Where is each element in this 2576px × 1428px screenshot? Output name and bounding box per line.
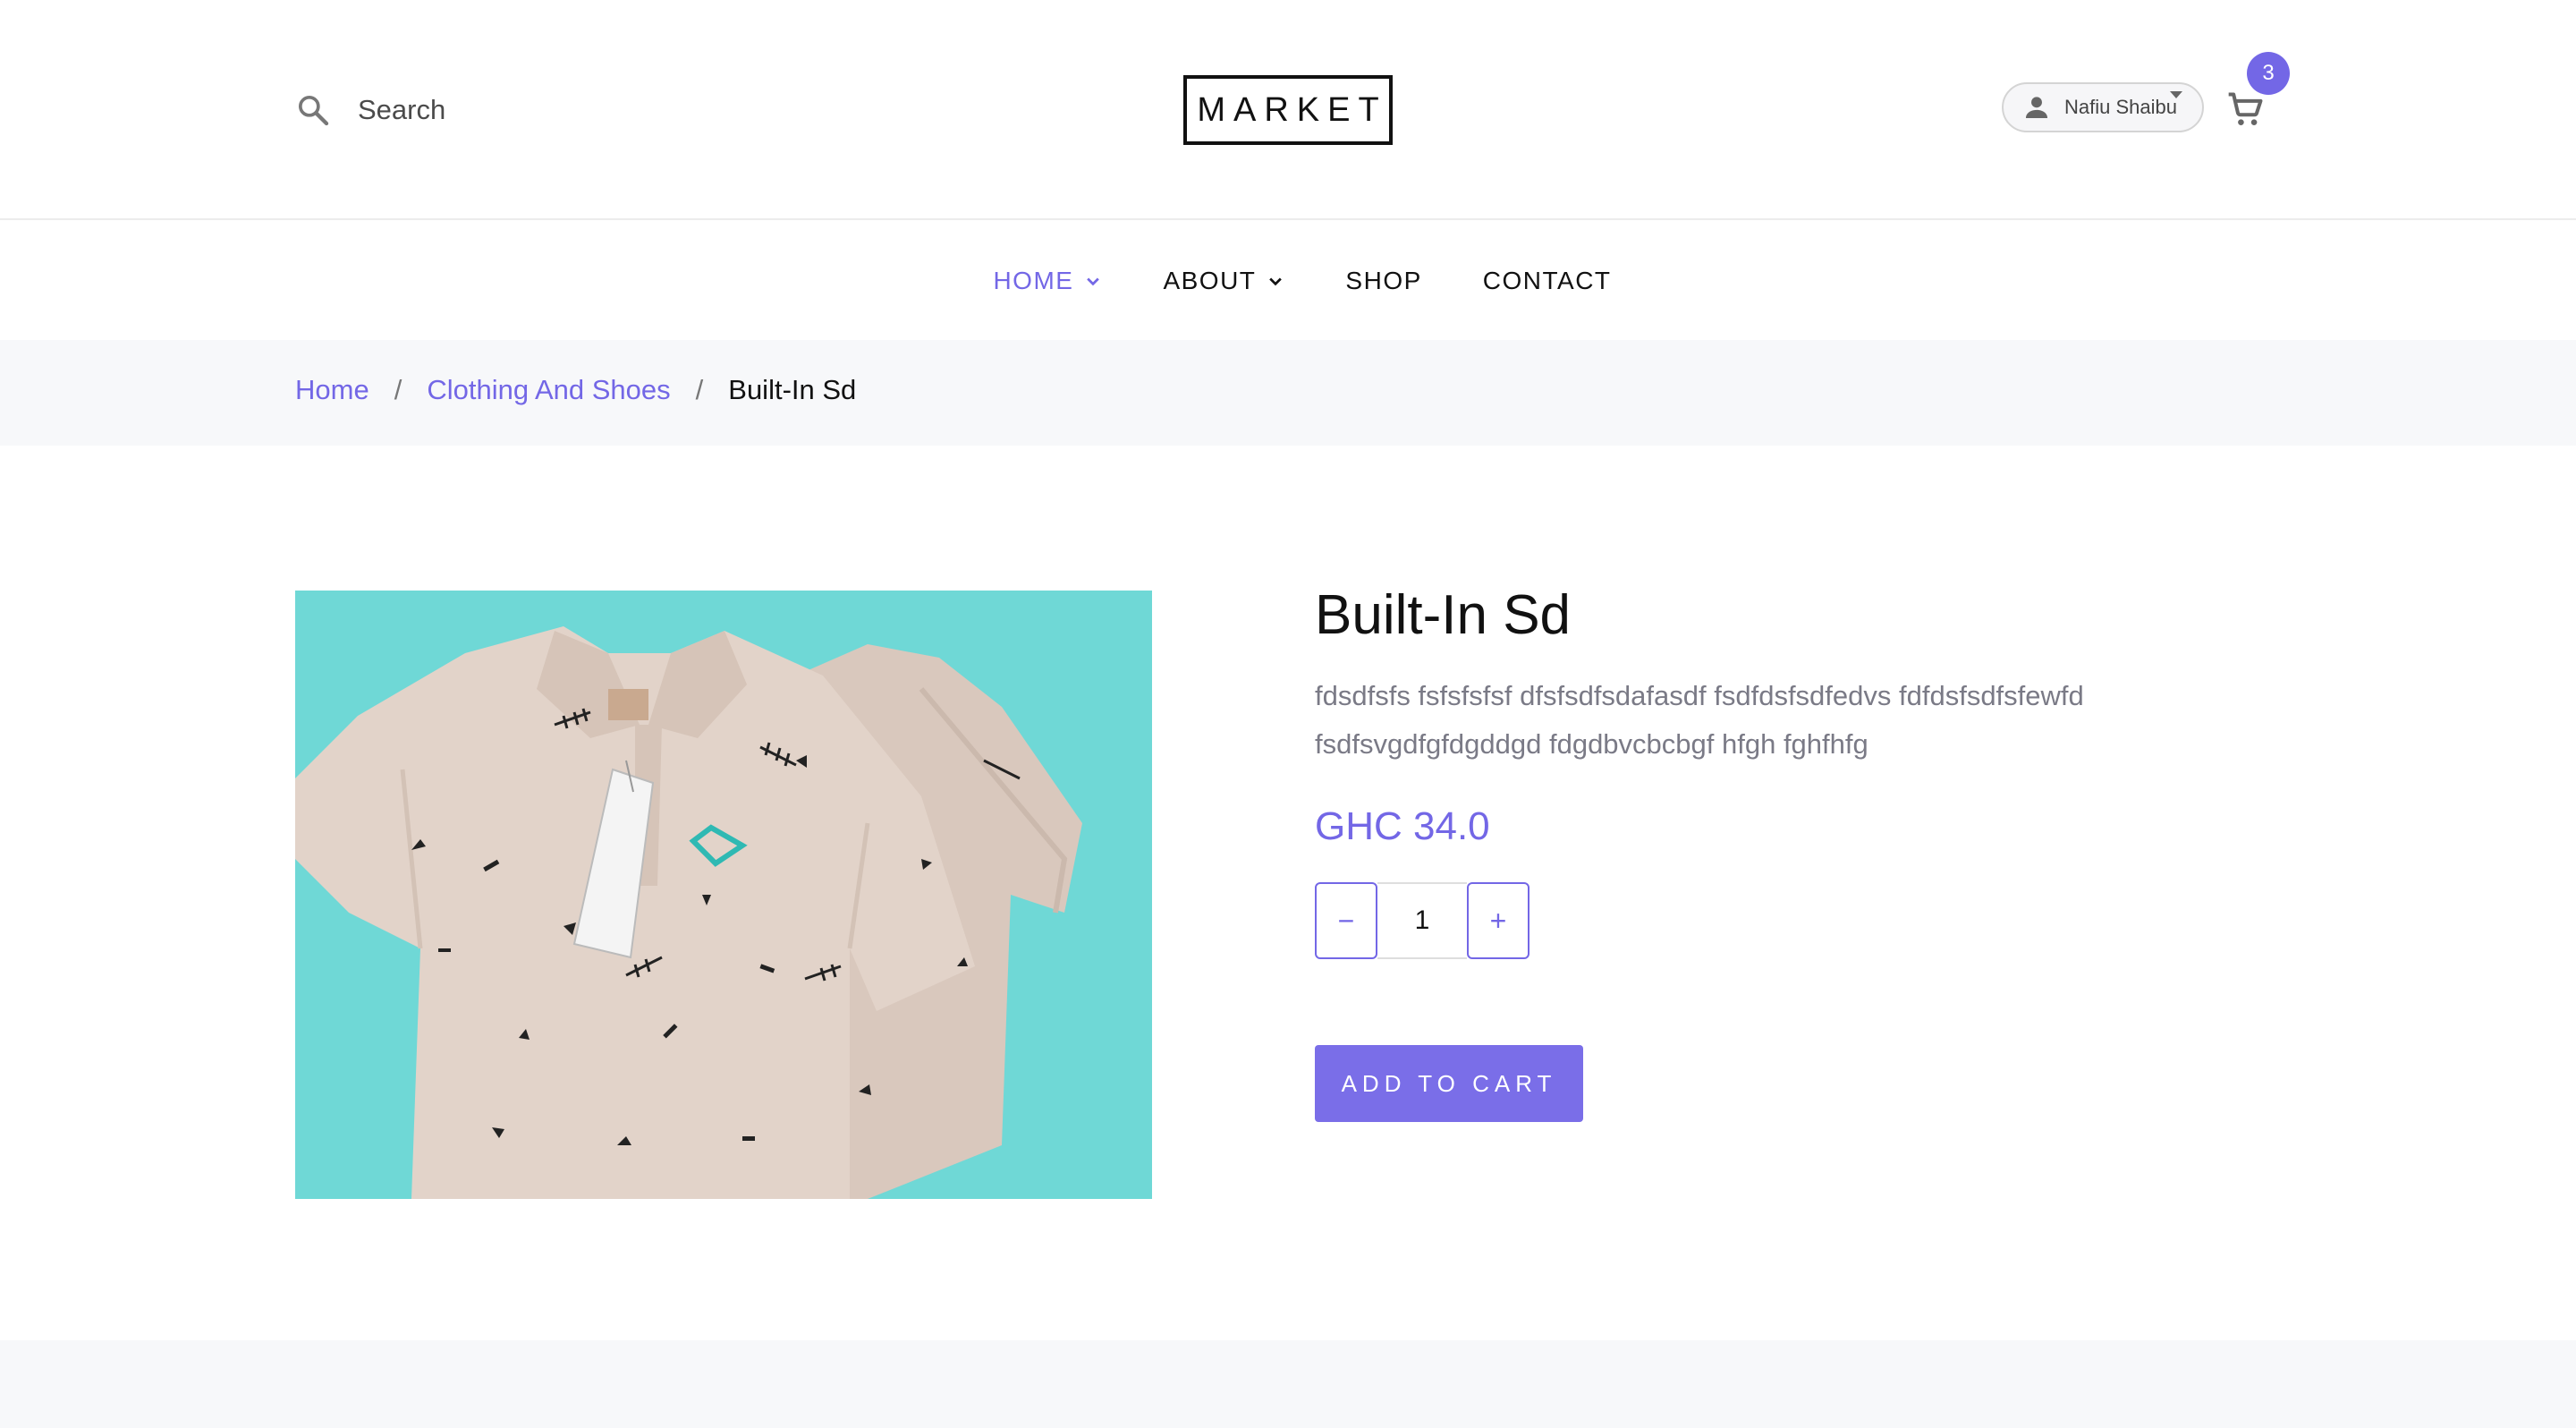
site-header: MARKET Nafiu Shaibu 3 [0, 0, 2576, 220]
user-icon [2021, 92, 2052, 123]
decrement-button[interactable]: − [1315, 882, 1377, 959]
breadcrumb-separator: / [695, 374, 704, 405]
nav-item-label: ABOUT [1163, 267, 1257, 294]
chevron-down-icon [1267, 272, 1284, 290]
user-name: Nafiu Shaibu [2064, 96, 2177, 118]
nav-item-contact[interactable]: CONTACT [1483, 267, 1612, 295]
nav-item-about[interactable]: ABOUT [1163, 267, 1284, 295]
page: MARKET Nafiu Shaibu 3 HOME ABOUT [0, 0, 2576, 1428]
breadcrumb-separator: / [394, 374, 402, 405]
cart-icon [2225, 89, 2265, 129]
site-logo[interactable]: MARKET [1183, 75, 1393, 145]
breadcrumb-current: Built-In Sd [728, 374, 857, 405]
product-details: Built-In Sd fdsdfsfs fsfsfsfsf dfsfsdfsd… [1315, 583, 2299, 849]
nav-item-label: SHOP [1345, 267, 1422, 294]
breadcrumb-bar: Home / Clothing And Shoes / Built-In Sd [0, 340, 2576, 446]
product-description: fdsdfsfs fsfsfsfsf dfsfsdfsdafasdf fsdfd… [1315, 680, 2084, 760]
cart-button[interactable] [2225, 89, 2265, 129]
cart-count-badge: 3 [2247, 52, 2290, 95]
breadcrumb-home[interactable]: Home [295, 374, 369, 406]
user-menu-button[interactable]: Nafiu Shaibu [2002, 82, 2204, 132]
nav-item-label: CONTACT [1482, 267, 1612, 294]
nav-item-home[interactable]: HOME [993, 267, 1102, 295]
chevron-down-icon [1084, 272, 1102, 290]
increment-button[interactable]: + [1467, 882, 1530, 959]
product-title: Built-In Sd [1315, 584, 1572, 646]
nav-item-label: HOME [993, 267, 1074, 294]
main-nav: HOME ABOUT SHOP CONTACT [0, 222, 2576, 340]
search-icon[interactable] [295, 92, 331, 128]
footer-band [0, 1340, 2576, 1428]
nav-item-shop[interactable]: SHOP [1345, 267, 1421, 295]
product-image [295, 591, 1152, 1199]
polo-shirt-illustration [295, 591, 1152, 1199]
caret-down-icon [2170, 91, 2182, 98]
search-input[interactable] [358, 94, 680, 126]
quantity-input[interactable] [1377, 882, 1467, 959]
search-bar [295, 86, 680, 134]
add-to-cart-button[interactable]: ADD TO CART [1315, 1045, 1583, 1122]
breadcrumb: Home / Clothing And Shoes / Built-In Sd [295, 374, 856, 406]
product-price: GHC 34.0 [1315, 804, 1490, 848]
quantity-stepper: − + [1315, 882, 1530, 959]
breadcrumb-category[interactable]: Clothing And Shoes [427, 374, 670, 406]
